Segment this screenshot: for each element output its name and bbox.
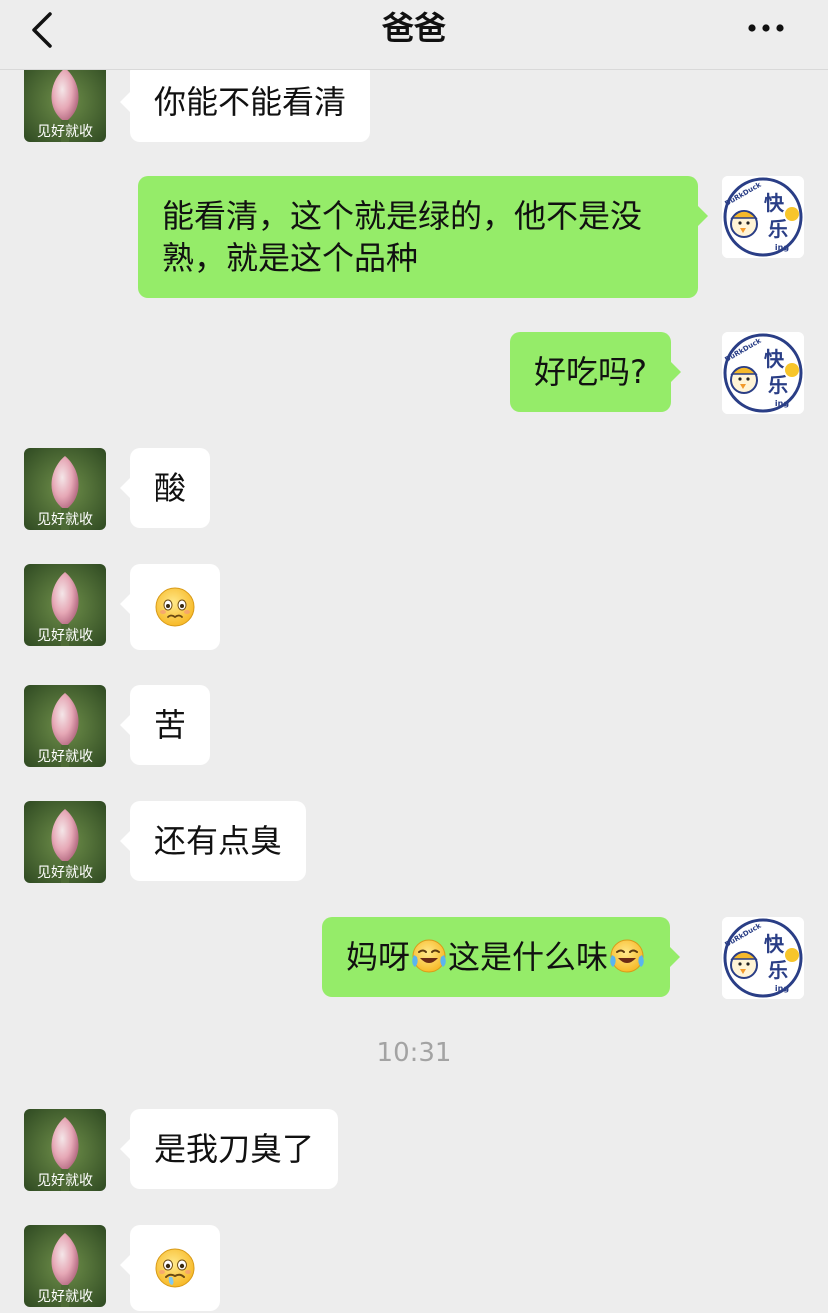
contact-avatar[interactable]: 见好就收: [24, 685, 106, 767]
avatar-caption: 见好就收: [37, 865, 93, 881]
message-text: 妈呀: [346, 938, 411, 976]
ellipsis-icon[interactable]: [744, 14, 788, 42]
avatar-caption: 见好就收: [37, 1289, 93, 1305]
lotus-bud-icon: 见好就收: [24, 564, 106, 646]
message-text: 你能不能看清: [154, 83, 347, 121]
message-bubble[interactable]: 你能不能看清: [119, 70, 371, 142]
message-text: 还有点臭: [154, 822, 283, 860]
message-text: 能看清，这个就是绿的，他不是没熟，就是这个品种: [162, 197, 643, 277]
contact-avatar[interactable]: 见好就收: [24, 1225, 106, 1307]
avatar-caption: 见好就收: [37, 512, 93, 528]
contact-avatar[interactable]: 见好就收: [24, 1109, 106, 1191]
sweating-face-icon: [155, 1248, 195, 1288]
message-text: 这是什么味: [448, 938, 609, 976]
lotus-bud-icon: 见好就收: [24, 801, 106, 883]
message-text: 好吃吗?: [534, 353, 647, 391]
message-text: 是我刀臭了: [154, 1130, 315, 1168]
avatar-caption: 见好就收: [37, 628, 93, 644]
duck-avatar-icon: 快 乐 DuRkDuck ing: [722, 332, 804, 414]
tears-of-joy-icon: [412, 939, 446, 973]
avatar-char-2: 乐: [768, 373, 788, 397]
lotus-bud-icon: 见好就收: [24, 1109, 106, 1191]
avatar-caption: 见好就收: [37, 749, 93, 765]
timestamp: 10:31: [376, 1038, 452, 1068]
lotus-bud-icon: 见好就收: [24, 70, 106, 142]
message-bubble[interactable]: [120, 564, 220, 650]
message-bubble[interactable]: 妈呀 这是什么味: [322, 917, 681, 997]
message-text: 酸: [154, 469, 187, 507]
avatar-char-2: 乐: [768, 217, 788, 241]
message-bubble[interactable]: 能看清，这个就是绿的，他不是没熟，就是这个品种: [138, 176, 708, 298]
avatar-caption: 见好就收: [37, 1173, 93, 1189]
lotus-bud-icon: 见好就收: [24, 685, 106, 767]
avatar-char-1: 快: [764, 347, 785, 371]
avatar-caption: 见好就收: [37, 124, 93, 140]
message-bubble[interactable]: 酸: [119, 448, 211, 528]
lotus-bud-icon: 见好就收: [24, 448, 106, 530]
contact-avatar[interactable]: 见好就收: [24, 448, 106, 530]
avatar-suffix: ing: [775, 243, 789, 252]
avatar-char-1: 快: [764, 191, 785, 215]
my-avatar[interactable]: 快 乐 DuRkDuck ing: [722, 917, 804, 999]
avatar-char-1: 快: [764, 932, 785, 956]
lotus-bud-icon: 见好就收: [24, 1225, 106, 1307]
avatar-suffix: ing: [775, 984, 789, 993]
contact-avatar[interactable]: 见好就收: [24, 70, 106, 142]
message-bubble[interactable]: [120, 1225, 220, 1311]
avatar-suffix: ing: [775, 399, 789, 408]
message-list[interactable]: 见好就收 你能不能看清 快 乐 DuRkDuck ing 能看清，这个就是绿的，…: [0, 70, 828, 1313]
duck-avatar-icon: 快 乐 DuRkDuck ing: [722, 176, 804, 258]
message-text: 苦: [154, 706, 187, 744]
nav-bar: 爸爸: [0, 0, 828, 70]
my-avatar[interactable]: 快 乐 DuRkDuck ing: [722, 332, 804, 414]
message-bubble[interactable]: 好吃吗?: [510, 332, 681, 412]
message-bubble[interactable]: 苦: [119, 685, 211, 765]
worried-face-icon: [155, 587, 195, 627]
avatar-char-2: 乐: [768, 958, 788, 982]
my-avatar[interactable]: 快 乐 DuRkDuck ing: [722, 176, 804, 258]
contact-avatar[interactable]: 见好就收: [24, 801, 106, 883]
message-bubble[interactable]: 还有点臭: [119, 801, 307, 881]
message-bubble[interactable]: 是我刀臭了: [119, 1109, 339, 1189]
tears-of-joy-icon: [610, 939, 644, 973]
chat-title: 爸爸: [381, 9, 446, 47]
contact-avatar[interactable]: 见好就收: [24, 564, 106, 646]
duck-avatar-icon: 快 乐 DuRkDuck ing: [722, 917, 804, 999]
